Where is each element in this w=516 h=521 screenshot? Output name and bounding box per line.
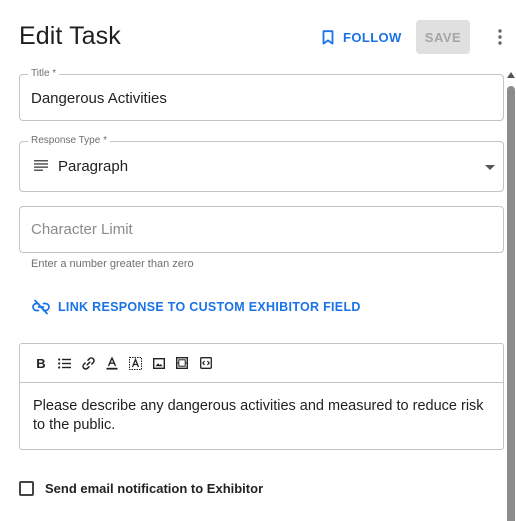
video-icon[interactable] bbox=[173, 354, 191, 372]
title-label: Title * bbox=[28, 68, 60, 80]
character-limit-helper: Enter a number greater than zero bbox=[31, 258, 194, 270]
highlight-icon[interactable] bbox=[126, 354, 144, 372]
bulleted-list-icon[interactable] bbox=[56, 354, 74, 372]
more-options-button[interactable] bbox=[490, 26, 510, 48]
editor-content[interactable]: Please describe any dangerous activities… bbox=[33, 397, 495, 435]
title-field[interactable]: Title * Dangerous Activities bbox=[19, 68, 504, 121]
text-color-icon[interactable] bbox=[103, 354, 121, 372]
bold-icon[interactable]: B bbox=[32, 354, 50, 372]
image-icon[interactable] bbox=[150, 354, 168, 372]
editor-toolbar: B bbox=[20, 344, 503, 383]
code-icon[interactable] bbox=[197, 354, 215, 372]
title-value[interactable]: Dangerous Activities bbox=[31, 90, 167, 107]
response-type-select[interactable]: Response Type * Paragraph bbox=[19, 135, 504, 192]
response-type-label: Response Type * bbox=[28, 135, 110, 147]
bookmark-icon bbox=[322, 29, 334, 44]
scroll-up-arrow-icon[interactable] bbox=[507, 72, 515, 78]
header: Edit Task FOLLOW SAVE bbox=[0, 0, 516, 74]
follow-button[interactable]: FOLLOW bbox=[322, 26, 402, 48]
paragraph-lines-icon bbox=[34, 160, 48, 171]
email-notification-option[interactable]: Send email notification to Exhibitor bbox=[19, 479, 263, 497]
scrollbar[interactable] bbox=[504, 70, 516, 521]
character-limit-field[interactable] bbox=[19, 206, 504, 253]
link-custom-field-button[interactable]: LINK RESPONSE TO CUSTOM EXHIBITOR FIELD bbox=[32, 297, 361, 317]
link-icon[interactable] bbox=[79, 354, 97, 372]
follow-label: FOLLOW bbox=[343, 29, 402, 45]
link-off-icon bbox=[32, 299, 50, 315]
email-notification-checkbox[interactable] bbox=[19, 480, 34, 496]
link-custom-field-label: LINK RESPONSE TO CUSTOM EXHIBITOR FIELD bbox=[58, 300, 361, 314]
response-type-value: Paragraph bbox=[58, 158, 129, 175]
character-limit-input[interactable] bbox=[31, 221, 491, 238]
more-vert-icon bbox=[498, 29, 502, 45]
rich-text-editor[interactable]: B Please describe any dangerous activiti… bbox=[19, 343, 504, 450]
dropdown-arrow-icon[interactable] bbox=[485, 165, 495, 170]
save-button[interactable]: SAVE bbox=[416, 20, 470, 54]
email-notification-label: Send email notification to Exhibitor bbox=[45, 480, 264, 496]
page-title: Edit Task bbox=[19, 22, 121, 50]
scroll-thumb[interactable] bbox=[507, 86, 515, 521]
